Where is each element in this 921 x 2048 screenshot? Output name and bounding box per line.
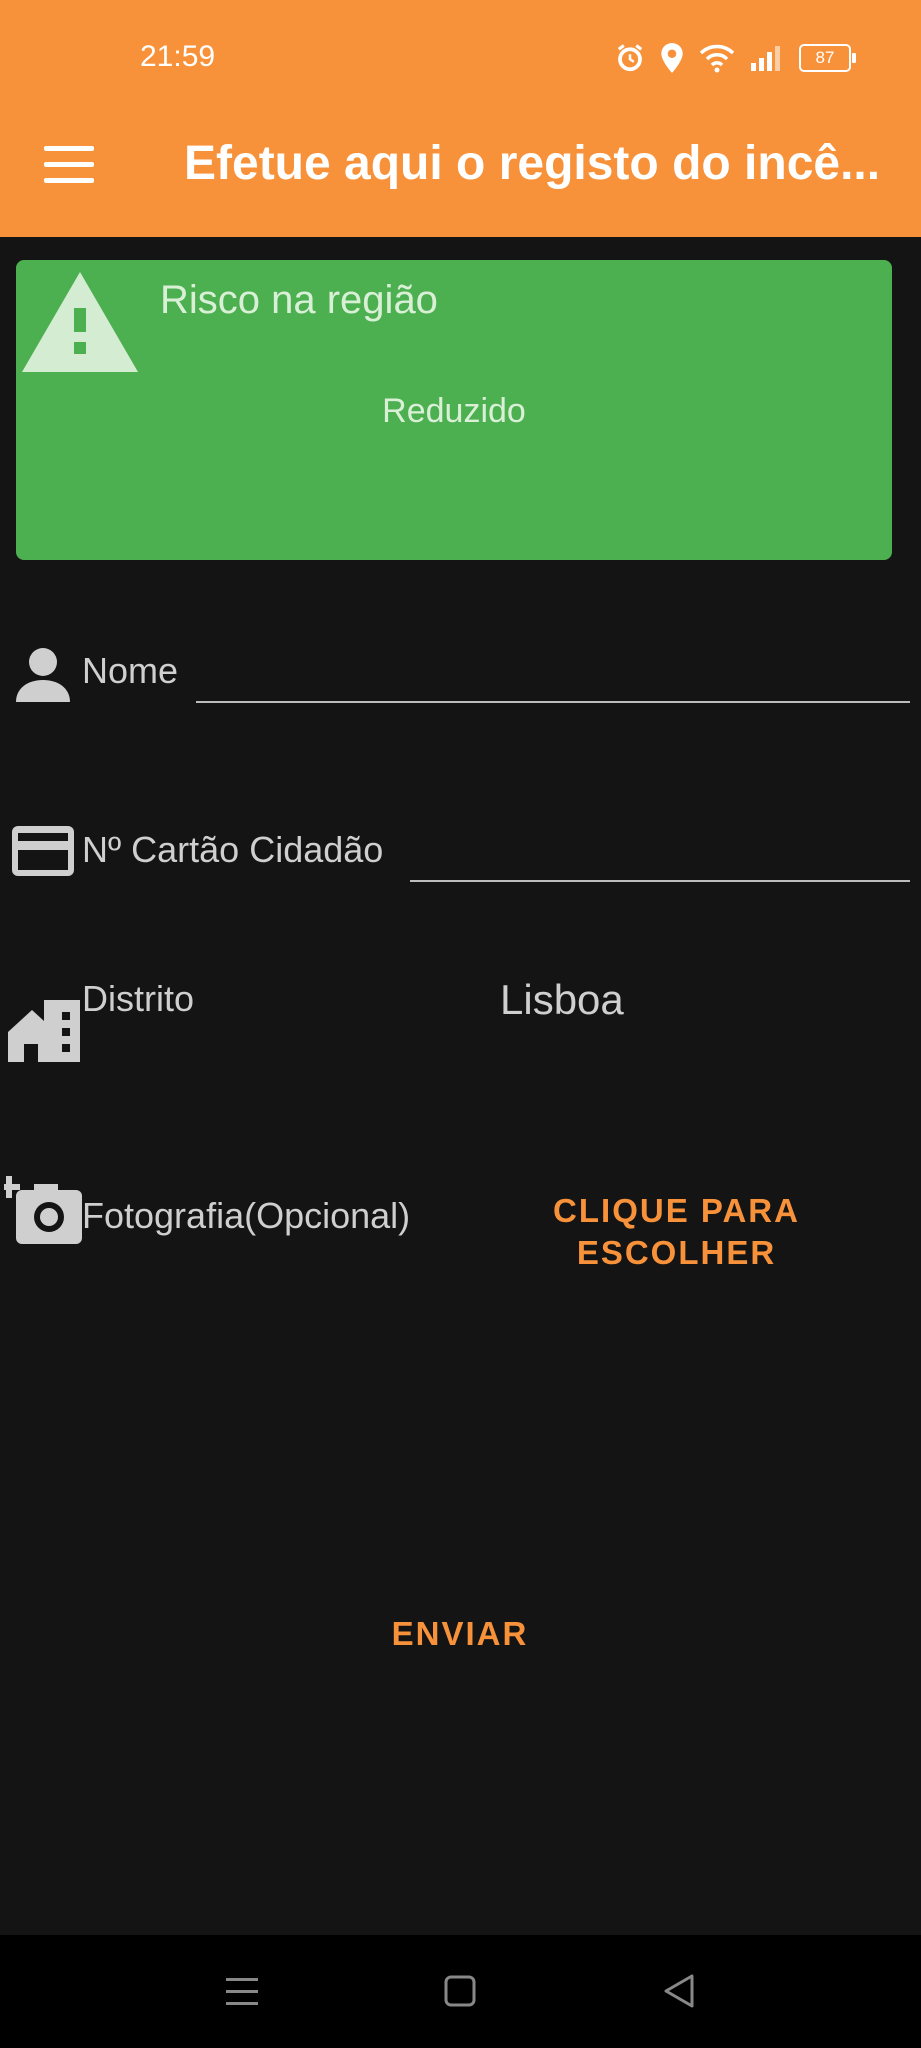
menu-icon-bar [44,162,94,167]
recent-apps-icon[interactable] [222,1971,262,2011]
back-icon[interactable] [660,1971,700,2011]
alarm-icon [617,44,643,72]
choose-photo-button-line1: CLIQUE PARA [553,1192,800,1229]
battery-indicator: 87 [799,44,856,72]
risk-card: Risco na região Reduzido [16,260,892,560]
district-label: Distrito [82,978,195,1019]
credit-card-icon [12,826,74,876]
app-bar: 21:59 87 Efetue aqui o registo do incê..… [0,0,921,237]
risk-value: Reduzido [382,392,526,430]
warning-icon [22,272,138,372]
choose-photo-button-line2: ESCOLHER [576,1234,777,1271]
risk-label: Risco na região [160,278,438,322]
building-icon [8,1000,80,1062]
system-nav-bar [0,1935,921,2048]
citizen-card-underline [410,880,910,882]
name-underline [196,701,910,703]
citizen-card-input[interactable] [412,829,910,881]
menu-icon-bar [44,178,94,183]
name-label: Nome [82,650,179,691]
menu-icon [44,146,94,151]
menu-button[interactable] [44,146,96,186]
add-photo-icon [4,1176,82,1244]
photo-label: Fotografia(Opcional) [82,1195,411,1236]
name-input[interactable] [196,650,910,702]
district-select[interactable]: Lisboa [500,976,624,1024]
signal-icon [751,46,780,71]
home-icon[interactable] [440,1971,480,2011]
wifi-icon [699,44,735,73]
citizen-card-label: Nº Cartão Cidadão [82,829,384,870]
status-time: 21:59 [140,40,216,73]
status-icons: 87 [615,38,856,78]
person-icon [16,648,70,702]
choose-photo-button[interactable]: CLIQUE PARA ESCOLHER [520,1190,833,1290]
page-title: Efetue aqui o registo do incê... [184,137,881,190]
location-icon [661,43,683,73]
send-button[interactable]: ENVIAR [330,1604,590,1664]
